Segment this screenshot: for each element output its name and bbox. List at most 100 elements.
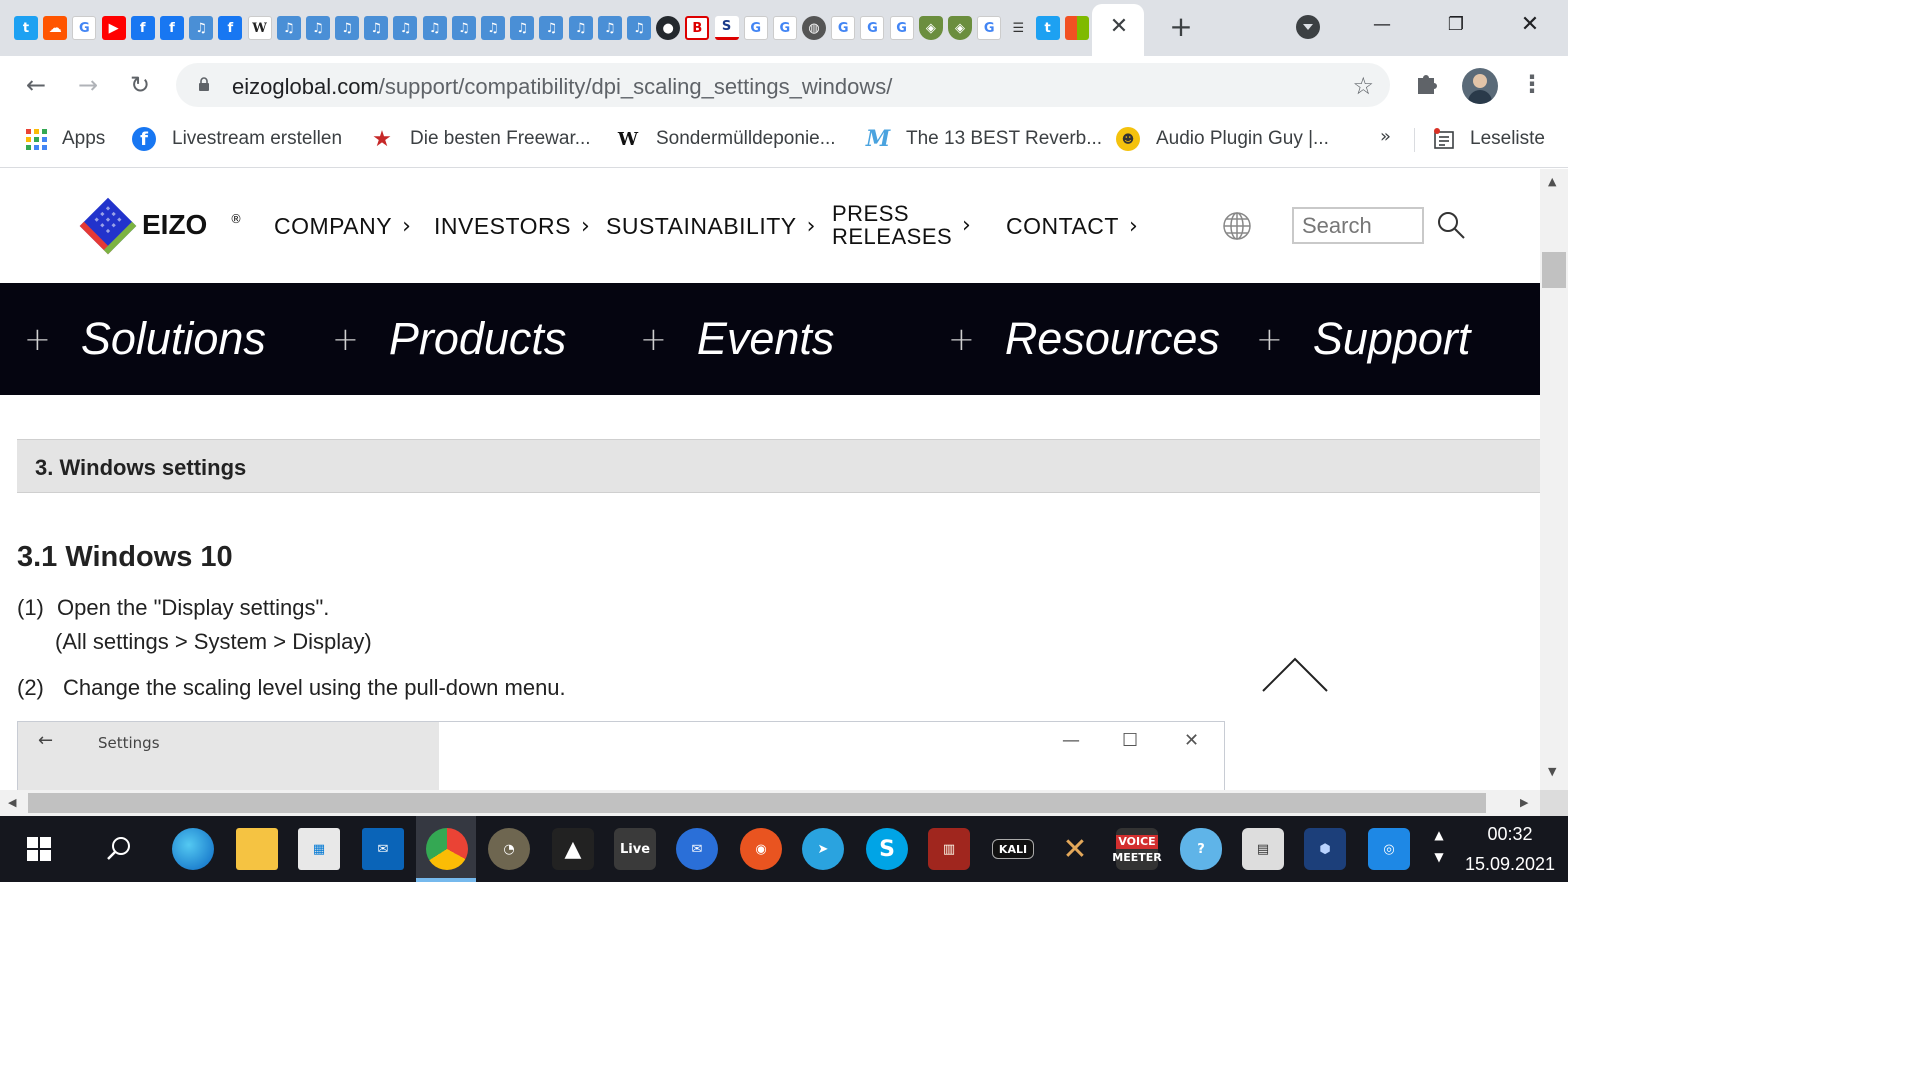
scroll-up-icon[interactable]: ▲: [1548, 175, 1556, 188]
globe-icon[interactable]: [1222, 211, 1252, 241]
music-file-icon[interactable]: ♫: [393, 16, 418, 40]
music-file-icon[interactable]: ♫: [451, 16, 476, 40]
music-file-icon[interactable]: ♫: [626, 16, 651, 40]
youtube-icon[interactable]: ▶: [101, 16, 126, 40]
vertical-scrollbar[interactable]: ▲ ▼: [1540, 169, 1568, 790]
facebook-icon[interactable]: f: [159, 16, 184, 40]
bookmark-reverb[interactable]: M The 13 BEST Reverb...: [866, 124, 1102, 154]
mega-products[interactable]: + Products: [332, 283, 566, 395]
facebook-icon[interactable]: f: [218, 16, 243, 40]
bookmark-wikipedia[interactable]: W Sondermülldeponie...: [616, 124, 836, 154]
chrome-icon[interactable]: [426, 828, 468, 870]
nav-sustainability[interactable]: SUSTAINABILITY ›: [606, 169, 816, 283]
forward-icon[interactable]: →: [72, 69, 104, 101]
search-input[interactable]: [1292, 207, 1424, 244]
show-hidden-icons[interactable]: ▲ ▼: [1430, 824, 1448, 868]
virtualbox-icon[interactable]: ⬢: [1304, 828, 1346, 870]
profile-avatar[interactable]: [1462, 68, 1498, 104]
nav-company[interactable]: COMPANY ›: [274, 169, 411, 283]
search-icon[interactable]: [98, 828, 140, 870]
music-file-icon[interactable]: ♫: [364, 16, 389, 40]
bookmark-star-icon[interactable]: ☆: [1352, 72, 1374, 100]
ubuntu-icon[interactable]: ◉: [740, 828, 782, 870]
reload-icon[interactable]: ↻: [124, 69, 156, 101]
google-icon[interactable]: G: [831, 16, 856, 40]
windows-start-icon[interactable]: [18, 828, 60, 870]
new-tab-button[interactable]: +: [1166, 12, 1196, 42]
microsoft-icon[interactable]: [1064, 16, 1089, 40]
bookmark-livestream[interactable]: f Livestream erstellen: [132, 124, 342, 154]
onedrive-icon[interactable]: ?: [1180, 828, 1222, 870]
github-icon[interactable]: ●: [656, 16, 681, 40]
music-file-icon[interactable]: ♫: [539, 16, 564, 40]
search-icon[interactable]: [1436, 210, 1466, 240]
scroll-left-icon[interactable]: ◀: [8, 796, 16, 809]
google-icon[interactable]: G: [889, 16, 914, 40]
close-window-icon[interactable]: ✕: [1510, 10, 1550, 40]
mixer-icon[interactable]: ▥: [928, 828, 970, 870]
file-explorer-icon[interactable]: [236, 828, 278, 870]
scrollbar-thumb[interactable]: [28, 793, 1486, 813]
nav-press-releases[interactable]: PRESS RELEASES: [832, 202, 952, 248]
music-file-icon[interactable]: ♫: [422, 16, 447, 40]
scroll-right-icon[interactable]: ▶: [1520, 796, 1528, 809]
telegram-icon[interactable]: ➤: [802, 828, 844, 870]
google-icon[interactable]: G: [977, 16, 1002, 40]
google-icon[interactable]: G: [743, 16, 768, 40]
list-icon[interactable]: ☰: [1006, 16, 1030, 40]
screen-capture-icon[interactable]: ◎: [1368, 828, 1410, 870]
world-icon[interactable]: ◍: [802, 16, 827, 40]
music-file-icon[interactable]: ♫: [335, 16, 360, 40]
ableton-live-icon[interactable]: Live: [614, 828, 656, 870]
music-file-icon[interactable]: ♫: [597, 16, 622, 40]
skype-icon[interactable]: S: [866, 828, 908, 870]
gimp-icon[interactable]: ◔: [488, 828, 530, 870]
edge-icon[interactable]: [172, 828, 214, 870]
music-file-icon[interactable]: ♫: [276, 16, 301, 40]
google-icon[interactable]: G: [860, 16, 885, 40]
close-tab-icon[interactable]: ✕: [1106, 12, 1132, 42]
mail-icon[interactable]: ✉: [362, 828, 404, 870]
url-text[interactable]: eizoglobal.com/support/compatibility/dpi…: [232, 74, 892, 100]
address-bar[interactable]: eizoglobal.com/support/compatibility/dpi…: [176, 63, 1390, 107]
facebook-icon[interactable]: f: [130, 16, 155, 40]
voicemeeter-icon[interactable]: VOICE MEETER: [1112, 828, 1162, 870]
google-icon[interactable]: G: [772, 16, 797, 40]
store-icon[interactable]: ▦: [298, 828, 340, 870]
shield-icon[interactable]: ◈: [918, 16, 943, 40]
extensions-puzzle-icon[interactable]: [1414, 70, 1440, 96]
music-file-icon[interactable]: ♫: [510, 16, 535, 40]
horizontal-scrollbar[interactable]: ◀ ▶: [0, 790, 1540, 816]
kali-icon[interactable]: KALI: [992, 839, 1034, 859]
music-file-icon[interactable]: ♫: [481, 16, 505, 40]
back-to-top-icon[interactable]: [1260, 655, 1330, 695]
b-site-icon[interactable]: B: [685, 16, 710, 40]
bookmark-freeware[interactable]: ★ Die besten Freewar...: [370, 124, 590, 154]
bookmark-audio-plugin-guy[interactable]: ☻ Audio Plugin Guy |...: [1116, 124, 1329, 154]
google-icon[interactable]: G: [72, 16, 97, 40]
eizo-logo[interactable]: EIZO ®: [76, 193, 246, 259]
mega-events[interactable]: + Events: [640, 283, 834, 395]
soundcloud-icon[interactable]: ☁: [43, 16, 68, 40]
restore-window-icon[interactable]: ❐: [1436, 10, 1476, 40]
clock-time[interactable]: 00:32: [1462, 824, 1558, 845]
nav-contact[interactable]: CONTACT ›: [1006, 169, 1138, 283]
s-site-icon[interactable]: S: [714, 16, 739, 40]
chrome-menu-icon[interactable]: ⋮: [1518, 70, 1546, 98]
music-file-icon[interactable]: ♫: [305, 16, 330, 40]
wikipedia-icon[interactable]: W: [247, 16, 272, 40]
tab-search-icon[interactable]: [1296, 15, 1320, 39]
reading-list-button[interactable]: Leseliste: [1432, 124, 1545, 154]
nav-investors[interactable]: INVESTORS ›: [434, 169, 590, 283]
thunderbird-icon[interactable]: ✉: [676, 828, 718, 870]
inkscape-icon[interactable]: ▲: [552, 828, 594, 870]
music-file-icon[interactable]: ♫: [189, 16, 214, 40]
bookmark-apps[interactable]: Apps: [24, 124, 105, 154]
mega-support[interactable]: + Support: [1256, 283, 1470, 395]
more-bookmarks-icon[interactable]: »: [1380, 126, 1391, 147]
hardware-icon[interactable]: ▤: [1242, 828, 1284, 870]
twitter-icon[interactable]: t: [1035, 16, 1060, 40]
minimize-window-icon[interactable]: —: [1362, 10, 1402, 40]
back-icon[interactable]: ←: [20, 69, 52, 101]
shield-icon[interactable]: ◈: [948, 16, 972, 40]
